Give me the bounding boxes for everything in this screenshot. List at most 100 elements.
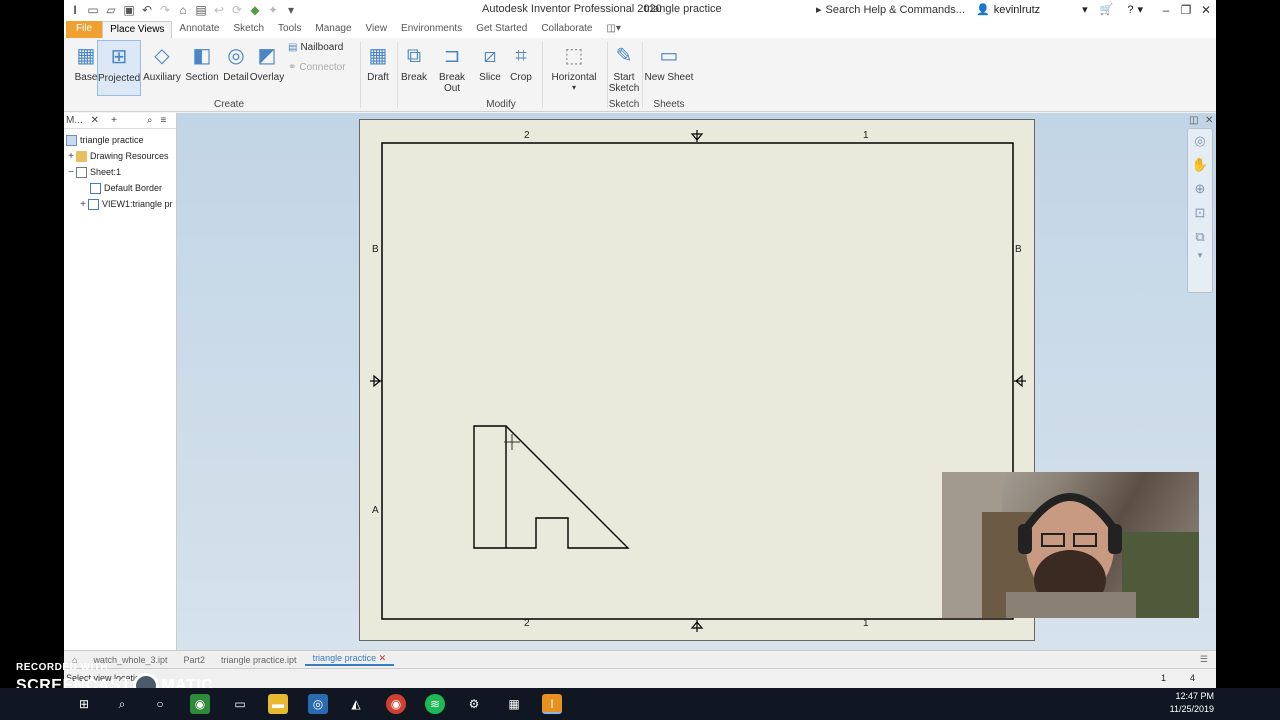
help-dropdown-icon[interactable]: ▾ [1138,3,1144,16]
system-clock[interactable]: 12:47 PM 11/25/2019 [1170,690,1214,716]
edge-icon[interactable]: ◎ [308,694,328,714]
tree-item-view1[interactable]: + VIEW1:triangle pr [78,196,173,212]
steering-wheel-icon[interactable]: ◎ [1188,129,1212,153]
tree-item-sheet[interactable]: − Sheet:1 [66,164,121,180]
expand-icon[interactable]: + [66,151,76,162]
horizontal-align-button[interactable]: ⬚ Horizontal ▾ [550,40,598,96]
auxiliary-view-button[interactable]: ◇ Auxiliary [142,40,182,96]
tree-item-root[interactable]: triangle practice [66,132,144,148]
home-icon[interactable]: ⌂ [176,3,190,17]
projected-view-button[interactable]: ⊞ Projected [97,40,141,96]
taskbar-search-icon[interactable]: ⌕ [112,694,132,714]
customize-qat-icon[interactable]: ▾ [284,3,298,17]
user-icon: 👤 [976,4,990,16]
clock-time: 12:47 PM [1175,691,1214,701]
help-search[interactable]: ▸ Search Help & Commands... [816,1,972,18]
new-file-icon[interactable]: ▭ [86,3,100,17]
help-search-text: Search Help & Commands... [825,3,965,16]
tab-place-views[interactable]: Place Views [102,21,173,38]
browser-add-icon[interactable]: + [111,115,117,126]
windows-start-icon[interactable]: ⊞ [74,694,94,714]
ribbon-tabs: File Place Views Annotate Sketch Tools M… [64,20,1216,38]
browser-close-icon[interactable]: ✕ [91,115,99,126]
overlay-view-icon: ◩ [257,45,277,67]
nailboard-button[interactable]: ▤ Nailboard [288,42,343,53]
tab-view[interactable]: View [359,21,395,38]
inventor-logo-icon[interactable]: I [68,3,82,17]
cart-icon[interactable]: 🛒 [1100,3,1114,16]
help-icon[interactable]: ? [1127,4,1133,16]
expand-icon[interactable]: + [78,199,88,210]
tab-environments[interactable]: Environments [394,21,469,38]
measure-icon[interactable]: ✦ [266,3,280,17]
tab-sketch[interactable]: Sketch [226,21,271,38]
pan-icon[interactable]: ✋ [1188,153,1212,177]
draft-button[interactable]: ▦ Draft [362,40,394,96]
settings-app-icon[interactable]: ⚙ [464,694,484,714]
browser-search-icon[interactable]: ⌕ [147,115,153,126]
new-sheet-button[interactable]: ▭ New Sheet [644,40,694,96]
doc-tab[interactable]: triangle practice.ipt [213,655,305,665]
user-menu[interactable]: 👤 kevinlrutz ▾ 🛒 ? ▾ [976,3,1144,17]
app-green-icon[interactable]: ◉ [190,694,210,714]
connector-button[interactable]: ⚭ Connector [288,62,346,73]
zoom-icon[interactable]: ⊕ [1188,177,1212,201]
break-out-button[interactable]: ⊐ Break Out [430,40,474,96]
spotify-icon[interactable]: ≋ [425,694,445,714]
undo-icon[interactable]: ↶ [140,3,154,17]
ribbon-panel: ▦ Base ⊞ Projected ◇ Auxiliary ◧ Section… [64,38,1216,112]
tree-item-drawing-resources[interactable]: + Drawing Resources [66,148,169,164]
calculator-icon[interactable]: ▦ [504,694,524,714]
crop-button[interactable]: ⌗ Crop [505,40,537,96]
browser-title[interactable]: M... [66,115,83,126]
chrome-icon[interactable]: ◉ [386,694,406,714]
slice-button[interactable]: ⧄ Slice [474,40,506,96]
overlay-view-button[interactable]: ◩ Overlay [248,40,286,96]
start-sketch-button[interactable]: ✎ Start Sketch [608,40,640,100]
zoom-all-icon[interactable]: ⧉ [1188,225,1212,249]
tab-file[interactable]: File [66,21,103,38]
tab-manage[interactable]: Manage [308,21,358,38]
return-icon[interactable]: ↩ [212,3,226,17]
photos-icon[interactable]: ◭ [346,694,366,714]
task-view-icon[interactable]: ▭ [230,694,250,714]
border-icon [90,182,101,194]
doc-tab-close-icon[interactable]: ✕ [379,653,387,663]
file-explorer-icon[interactable]: ▬ [268,694,288,714]
save-icon[interactable]: ▣ [122,3,136,17]
tab-get-started[interactable]: Get Started [469,21,534,38]
minimize-icon[interactable]: – [1156,0,1176,20]
ribbon-separator [642,42,643,108]
navbar-options-icon[interactable]: ▾ [1188,249,1212,261]
drawing-sheet[interactable]: 2 1 2 1 B B A [359,119,1035,641]
zoom-window-icon[interactable]: ⊡ [1188,201,1212,225]
tab-annotate[interactable]: Annotate [172,21,226,38]
inventor-taskbar-icon[interactable]: I [542,694,562,714]
collapse-icon[interactable]: − [66,167,76,178]
tab-collaborate[interactable]: Collaborate [534,21,599,38]
cortana-icon[interactable]: ○ [150,694,170,714]
open-file-icon[interactable]: ▱ [104,3,118,17]
appearance-icon[interactable]: ◆ [248,3,262,17]
new-sheet-icon: ▭ [659,45,679,67]
doc-tabs-menu-icon[interactable]: ☰ [1192,654,1216,665]
restore-icon[interactable]: ❐ [1176,0,1196,20]
zone-label-top-1: 1 [863,130,869,141]
tree-item-default-border[interactable]: Default Border [90,180,162,196]
print-icon[interactable]: ▤ [194,3,208,17]
create-group-label: Create [214,99,245,110]
start-sketch-icon: ✎ [615,45,633,67]
close-icon[interactable]: ✕ [1196,0,1216,20]
restore-view-icon[interactable]: ◫ [1189,115,1198,126]
redo-icon[interactable]: ↷ [158,3,172,17]
update-icon[interactable]: ⟳ [230,3,244,17]
ribbon-display-toggle-icon[interactable]: ◫▾ [599,21,627,38]
browser-menu-icon[interactable]: ≡ [161,115,167,126]
canvas-close-icon[interactable]: ✕ [1205,115,1213,126]
tab-tools[interactable]: Tools [271,21,308,38]
folder-icon [76,150,87,162]
navigation-bar: ◎ ✋ ⊕ ⊡ ⧉ ▾ [1187,128,1213,293]
status-count-2: 4 [1190,673,1196,683]
break-button[interactable]: ⧉ Break [398,40,430,96]
doc-tab-active[interactable]: triangle practice ✕ [304,653,395,666]
